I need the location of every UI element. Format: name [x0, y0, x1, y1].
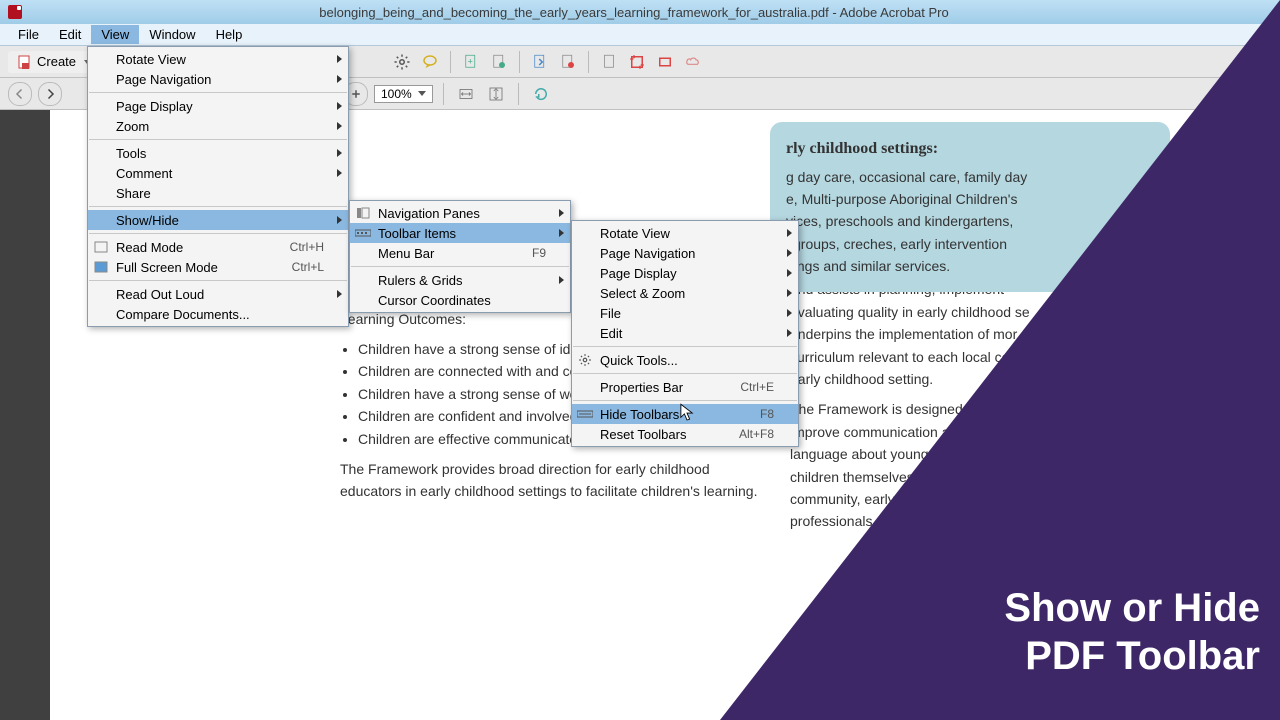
fit-width-icon[interactable] [454, 82, 478, 106]
create-button[interactable]: Create [8, 51, 99, 73]
menu-tools[interactable]: Tools [88, 143, 348, 163]
menu-help[interactable]: Help [206, 25, 253, 44]
fullscreen-icon [92, 259, 110, 275]
comment-icon[interactable] [418, 50, 442, 74]
menu-ti-hide-toolbars[interactable]: Hide ToolbarsF8 [572, 404, 798, 424]
menu-page-navigation[interactable]: Page Navigation [88, 69, 348, 89]
menu-comment[interactable]: Comment [88, 163, 348, 183]
menu-read-out-loud[interactable]: Read Out Loud [88, 284, 348, 304]
view-menu: Rotate View Page Navigation Page Display… [87, 46, 349, 327]
menu-ti-page-display[interactable]: Page Display [572, 263, 798, 283]
svg-text:+: + [468, 56, 473, 66]
page-add-icon[interactable]: + [459, 50, 483, 74]
menu-share[interactable]: Share [88, 183, 348, 203]
menu-ti-edit[interactable]: Edit [572, 323, 798, 343]
toolbar-items-menu: Rotate View Page Navigation Page Display… [571, 220, 799, 447]
callout-box: rly childhood settings: g day care, occa… [770, 122, 1170, 292]
read-mode-icon [92, 239, 110, 255]
menu-navigation-panes[interactable]: Navigation Panes [350, 203, 570, 223]
page-delete-icon[interactable] [556, 50, 580, 74]
hide-toolbar-icon [576, 406, 594, 422]
menu-ti-reset-toolbars[interactable]: Reset ToolbarsAlt+F8 [572, 424, 798, 444]
titlebar: belonging_being_and_becoming_the_early_y… [0, 0, 1280, 24]
create-pdf-icon [17, 54, 33, 70]
next-page-icon[interactable] [38, 82, 62, 106]
create-label: Create [37, 54, 76, 69]
page-edit-icon[interactable] [487, 50, 511, 74]
menu-ti-rotate[interactable]: Rotate View [572, 223, 798, 243]
export-icon[interactable] [528, 50, 552, 74]
menu-window[interactable]: Window [139, 25, 205, 44]
nav-pane [0, 110, 50, 720]
menu-compare-documents[interactable]: Compare Documents... [88, 304, 348, 324]
menu-ti-file[interactable]: File [572, 303, 798, 323]
window-title: belonging_being_and_becoming_the_early_y… [28, 5, 1280, 20]
menu-menu-bar[interactable]: Menu BarF9 [350, 243, 570, 263]
fit-page-icon[interactable] [484, 82, 508, 106]
show-hide-menu: Navigation Panes Toolbar Items Menu BarF… [349, 200, 571, 313]
cloud-icon[interactable] [681, 50, 705, 74]
rectangle-icon[interactable] [653, 50, 677, 74]
nav-panes-icon [354, 205, 372, 221]
menu-zoom[interactable]: Zoom [88, 116, 348, 136]
zoom-value: 100% [381, 87, 412, 101]
gear-icon[interactable] [390, 50, 414, 74]
menu-ti-properties-bar[interactable]: Properties BarCtrl+E [572, 377, 798, 397]
menu-full-screen[interactable]: Full Screen ModeCtrl+L [88, 257, 348, 277]
menu-toolbar-items[interactable]: Toolbar Items [350, 223, 570, 243]
menu-read-mode[interactable]: Read ModeCtrl+H [88, 237, 348, 257]
menu-ti-select-zoom[interactable]: Select & Zoom [572, 283, 798, 303]
menu-edit[interactable]: Edit [49, 25, 91, 44]
prev-page-icon[interactable] [8, 82, 32, 106]
menu-page-display[interactable]: Page Display [88, 96, 348, 116]
overlay-caption: Show or Hide PDF Toolbar [1004, 584, 1260, 680]
menu-show-hide[interactable]: Show/Hide [88, 210, 348, 230]
crop-icon[interactable] [625, 50, 649, 74]
page-icon[interactable] [597, 50, 621, 74]
menu-view[interactable]: View [91, 25, 139, 44]
menubar: File Edit View Window Help [0, 24, 1280, 46]
pdf-icon [8, 5, 22, 19]
menu-ti-page-nav[interactable]: Page Navigation [572, 243, 798, 263]
menu-rulers-grids[interactable]: Rulers & Grids [350, 270, 570, 290]
refresh-icon[interactable] [529, 82, 553, 106]
menu-file[interactable]: File [8, 25, 49, 44]
menu-rotate-view[interactable]: Rotate View [88, 49, 348, 69]
gear-icon [576, 352, 594, 368]
menu-ti-quick-tools[interactable]: Quick Tools... [572, 350, 798, 370]
menu-cursor-coordinates[interactable]: Cursor Coordinates [350, 290, 570, 310]
toolbar-items-icon [354, 225, 372, 241]
zoom-input[interactable]: 100% [374, 85, 433, 103]
